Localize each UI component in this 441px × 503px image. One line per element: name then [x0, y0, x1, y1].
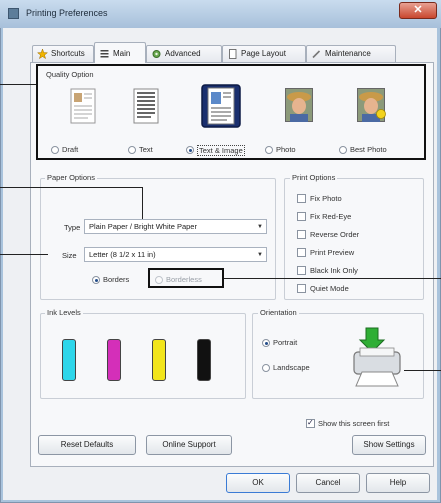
portrait-radio[interactable]	[262, 339, 270, 347]
tab-label: Shortcuts	[51, 49, 85, 58]
cancel-button[interactable]: Cancel	[296, 473, 360, 493]
best-photo-quality-icon[interactable]	[357, 88, 387, 122]
borderless-radio[interactable]	[155, 276, 163, 284]
fix-photo-label: Fix Photo	[310, 194, 342, 203]
black-ink-only-checkbox[interactable]	[297, 266, 306, 275]
paper-type-select[interactable]: Plain Paper / Bright White Paper ▼	[84, 219, 267, 234]
text-and-image-radio[interactable]	[186, 146, 194, 154]
print-options-title: Print Options	[290, 173, 338, 182]
wrench-icon	[312, 50, 321, 59]
show-settings-button[interactable]: Show Settings	[352, 435, 426, 455]
text-and-image-quality-icon[interactable]	[201, 84, 241, 128]
text-radio[interactable]	[128, 146, 136, 154]
borders-radio[interactable]	[92, 276, 100, 284]
yellow-ink-cartridge	[152, 339, 166, 381]
callout-line-type-v	[142, 187, 143, 219]
paper-options-title: Paper Options	[45, 173, 97, 182]
ink-levels-title: Ink Levels	[45, 308, 83, 317]
text-and-image-label: Text & Image	[197, 145, 245, 156]
paper-size-select[interactable]: Letter (8 1/2 x 11 in) ▼	[84, 247, 267, 262]
photo-radio[interactable]	[265, 146, 273, 154]
tab-label: Main	[113, 49, 131, 58]
online-support-button[interactable]: Online Support	[146, 435, 232, 455]
chevron-down-icon: ▼	[257, 224, 263, 230]
paper-type-value: Plain Paper / Bright White Paper	[89, 222, 197, 231]
portrait-label: Portrait	[273, 338, 298, 347]
cyan-ink-cartridge	[62, 339, 76, 381]
text-quality-icon[interactable]	[133, 88, 159, 124]
tab-main[interactable]: Main	[94, 42, 146, 63]
portrait-printer-icon	[353, 327, 401, 387]
close-button[interactable]: ✕	[399, 2, 437, 19]
borderless-label: Borderless	[166, 275, 202, 284]
callout-line-orientation	[404, 370, 441, 371]
printer-app-icon	[8, 8, 19, 19]
show-screen-first-label: Show this screen first	[318, 419, 390, 428]
borders-label: Borders	[103, 275, 130, 284]
photo-label: Photo	[276, 145, 296, 154]
printer-settings-icon	[100, 50, 109, 58]
reset-defaults-button[interactable]: Reset Defaults	[38, 435, 136, 455]
page-icon	[229, 49, 237, 59]
fix-photo-checkbox[interactable]	[297, 194, 306, 203]
draft-label: Draft	[62, 145, 79, 154]
fix-red-eye-label: Fix Red-Eye	[310, 212, 352, 221]
quiet-mode-label: Quiet Mode	[310, 284, 349, 293]
landscape-radio[interactable]	[262, 364, 270, 372]
magenta-ink-cartridge	[107, 339, 121, 381]
callout-line-size	[0, 254, 48, 255]
reverse-order-label: Reverse Order	[310, 230, 360, 239]
star-icon	[37, 49, 48, 59]
paper-size-value: Letter (8 1/2 x 11 in)	[89, 250, 156, 259]
tab-advanced[interactable]: Advanced	[146, 45, 222, 62]
best-photo-radio[interactable]	[339, 146, 347, 154]
black-ink-only-label: Black Ink Only	[310, 266, 358, 275]
chevron-down-icon: ▼	[257, 252, 263, 258]
print-preview-checkbox[interactable]	[297, 248, 306, 257]
tab-maintenance[interactable]: Maintenance	[306, 45, 396, 62]
ok-button[interactable]: OK	[226, 473, 290, 493]
quiet-mode-checkbox[interactable]	[297, 284, 306, 293]
window-title: Printing Preferences	[26, 8, 108, 18]
orientation-title: Orientation	[258, 308, 299, 317]
black-ink-cartridge	[197, 339, 211, 381]
print-preview-label: Print Preview	[310, 248, 355, 257]
tab-label: Page Layout	[241, 49, 286, 58]
landscape-label: Landscape	[273, 363, 310, 372]
type-label: Type	[64, 223, 81, 232]
help-button[interactable]: Help	[366, 473, 430, 493]
draft-quality-icon[interactable]	[70, 88, 96, 124]
show-screen-first-checkbox[interactable]	[306, 418, 315, 428]
tools-icon	[152, 50, 161, 58]
best-photo-label: Best Photo	[350, 145, 387, 154]
size-label: Size	[62, 251, 77, 260]
title-bar[interactable]: Printing Preferences ✕	[0, 0, 441, 28]
tab-shortcuts[interactable]: Shortcuts	[32, 45, 94, 62]
tab-label: Advanced	[165, 49, 201, 58]
text-label: Text	[139, 145, 153, 154]
draft-radio[interactable]	[51, 146, 59, 154]
callout-line-borderless	[224, 278, 441, 279]
tab-label: Maintenance	[325, 49, 371, 58]
reverse-order-checkbox[interactable]	[297, 230, 306, 239]
callout-line-type-h	[0, 187, 142, 188]
fix-red-eye-checkbox[interactable]	[297, 212, 306, 221]
photo-quality-icon[interactable]	[285, 88, 313, 122]
callout-line-quality	[0, 84, 36, 85]
tab-page-layout[interactable]: Page Layout	[222, 45, 306, 62]
quality-option-title: Quality Option	[46, 70, 94, 79]
